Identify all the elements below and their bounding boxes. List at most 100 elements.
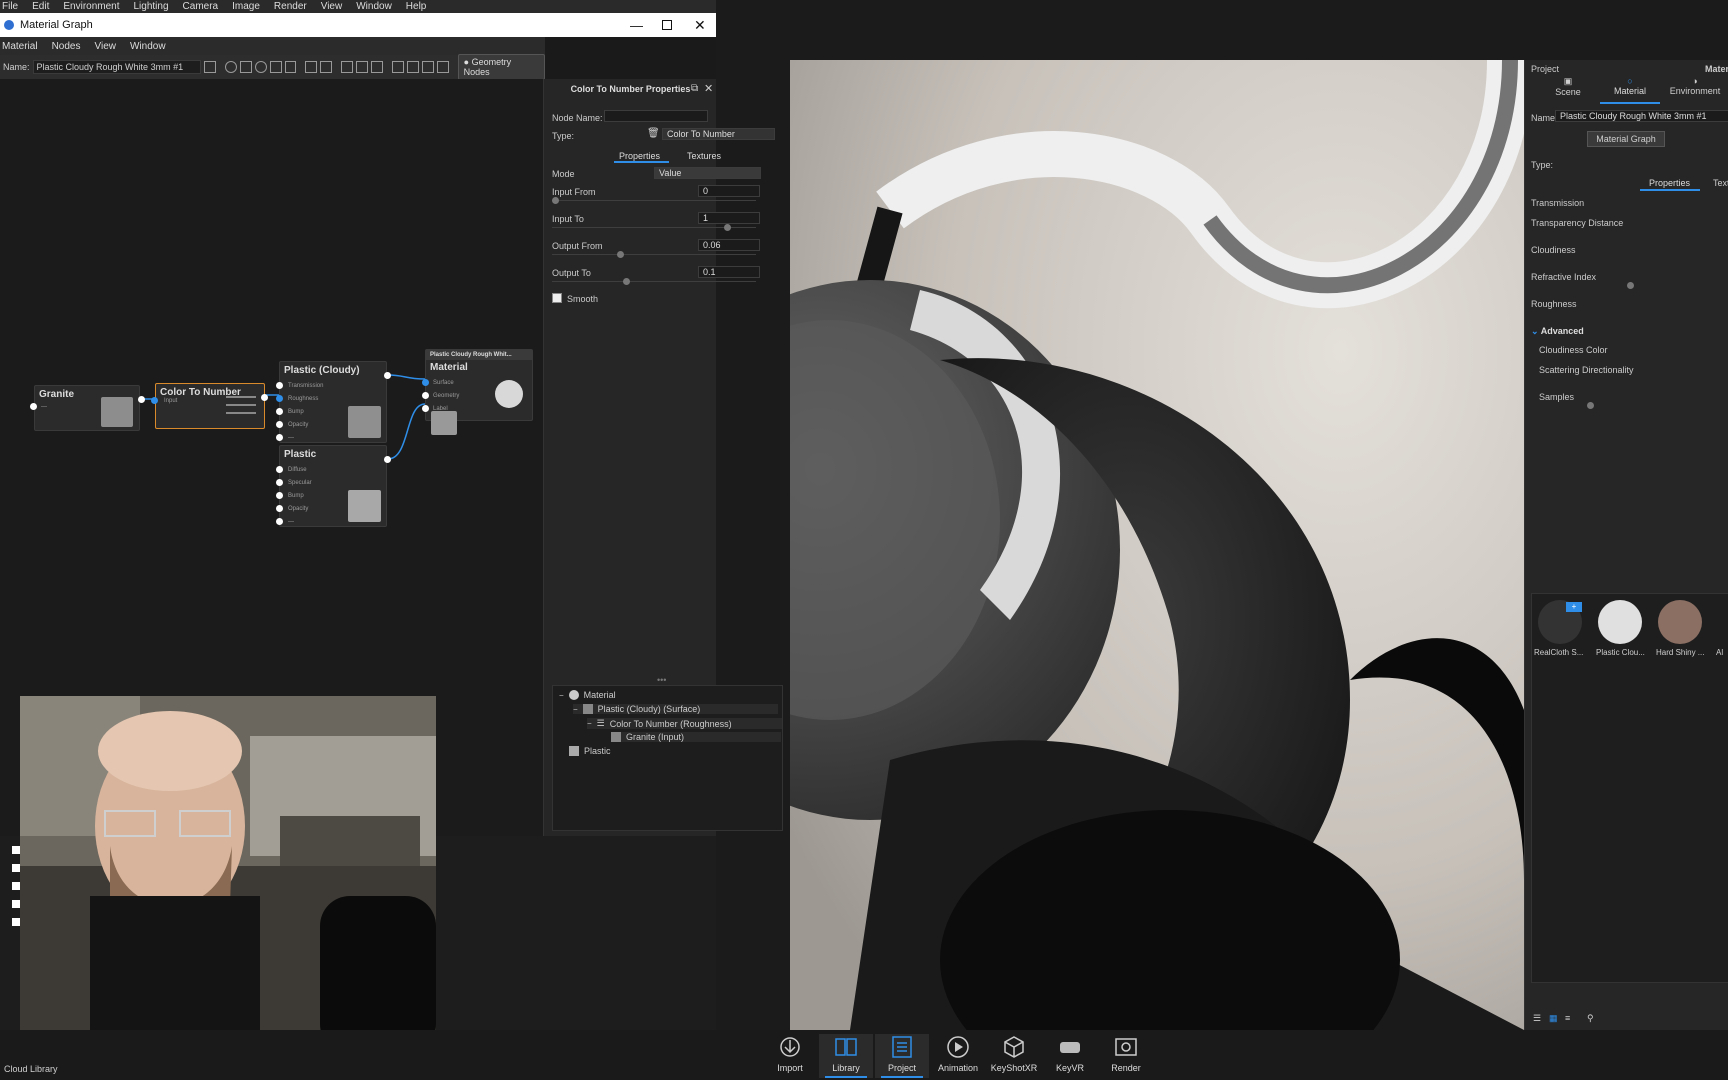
group-icon[interactable] — [341, 61, 354, 73]
output-port[interactable] — [384, 456, 391, 463]
smooth-checkbox[interactable] — [552, 293, 562, 303]
tab-material[interactable]: ○ Material — [1610, 76, 1650, 96]
input-port[interactable] — [276, 395, 283, 402]
pin-icon[interactable] — [436, 61, 449, 73]
output-port[interactable] — [261, 394, 268, 401]
sidebar-icon[interactable] — [12, 846, 20, 854]
zoom-icon[interactable] — [224, 61, 237, 73]
advanced-section[interactable]: ⌄ Advanced — [1531, 326, 1584, 337]
output-to-field[interactable]: 0.1 — [698, 266, 760, 278]
slider-knob[interactable] — [622, 278, 630, 285]
close-icon[interactable]: ✕ — [694, 17, 706, 34]
animation-button[interactable]: Animation — [931, 1034, 985, 1078]
splitter-handle[interactable]: ••• — [657, 675, 666, 685]
sidebar-icon[interactable] — [12, 882, 20, 890]
sidebar-icon[interactable] — [12, 918, 20, 926]
input-port[interactable] — [276, 421, 283, 428]
frame-icon[interactable] — [406, 61, 419, 73]
keyvr-button[interactable]: KeyVR — [1043, 1034, 1097, 1078]
input-port[interactable] — [276, 434, 283, 441]
menu-view[interactable]: View — [321, 1, 343, 12]
tab-properties[interactable]: Properties — [1649, 178, 1690, 188]
preview-icon[interactable] — [421, 61, 434, 73]
menu-edit[interactable]: Edit — [32, 1, 49, 12]
color-to-number-node[interactable]: Color To Number Input — [151, 383, 268, 429]
search-icon[interactable]: ⚲ — [1587, 1013, 1594, 1024]
input-from-slider[interactable] — [552, 200, 756, 201]
input-port[interactable] — [276, 492, 283, 499]
input-from-field[interactable]: 0 — [698, 185, 760, 197]
tree-view-icon[interactable]: ≡ — [1565, 1013, 1570, 1023]
detach-icon[interactable]: ⧉ — [691, 83, 698, 94]
input-port[interactable] — [276, 479, 283, 486]
type-dropdown[interactable]: Color To Number — [662, 128, 775, 140]
plastic-node[interactable]: Plastic Diffuse Specular Bump Opacity — — [276, 445, 391, 527]
grid-view-icon[interactable]: ▦ — [1549, 1013, 1558, 1024]
tree-item[interactable]: − Plastic (Cloudy) (Surface) — [573, 704, 778, 714]
menu-render[interactable]: Render — [274, 1, 307, 12]
menu-help[interactable]: Help — [406, 1, 427, 12]
material-graph-button[interactable]: Material Graph — [1587, 131, 1665, 147]
cloud-library-label[interactable]: Cloud Library — [4, 1064, 58, 1074]
minimize-icon[interactable]: — — [630, 18, 643, 33]
lock-icon[interactable] — [284, 61, 297, 73]
add-icon[interactable]: + — [1566, 602, 1582, 612]
render-button[interactable]: Render — [1099, 1034, 1153, 1078]
input-port[interactable] — [422, 405, 429, 412]
save-icon[interactable] — [204, 61, 216, 73]
output-port[interactable] — [138, 396, 145, 403]
output-to-slider[interactable] — [552, 281, 756, 282]
input-port[interactable] — [151, 397, 158, 404]
material-name-input[interactable]: Plastic Cloudy Rough White 3mm #1 — [32, 60, 202, 74]
sidebar-icon[interactable] — [12, 864, 20, 872]
target-icon[interactable] — [254, 61, 267, 73]
slider-knob[interactable] — [552, 197, 559, 204]
tab-properties[interactable]: Properties — [619, 151, 660, 161]
node-name-input[interactable] — [604, 110, 708, 122]
plastic-cloudy-node[interactable]: Plastic (Cloudy) Transmission Roughness … — [276, 361, 391, 443]
tree-item[interactable]: − ☰ Color To Number (Roughness) — [587, 718, 782, 729]
samples-slider[interactable] — [1587, 402, 1594, 409]
sidebar-icon[interactable] — [12, 900, 20, 908]
input-port[interactable] — [276, 382, 283, 389]
arrange-icon[interactable] — [371, 61, 384, 73]
menu-window[interactable]: Window — [356, 1, 392, 12]
tree-item[interactable]: − Material — [559, 690, 616, 700]
mode-dropdown[interactable]: Value — [654, 167, 761, 179]
tab-textures[interactable]: Textures — [687, 151, 721, 161]
trash-icon[interactable]: 🗑 — [647, 128, 660, 139]
menu-lighting[interactable]: Lighting — [134, 1, 169, 12]
tab-scene[interactable]: ▣ Scene — [1550, 76, 1586, 97]
delete-icon[interactable] — [320, 61, 333, 73]
geometry-nodes-button[interactable]: ● Geometry Nodes — [457, 54, 545, 80]
tab-textures[interactable]: Textu — [1713, 178, 1728, 188]
input-port[interactable] — [276, 518, 283, 525]
ungroup-icon[interactable] — [356, 61, 369, 73]
import-button[interactable]: Import — [763, 1034, 817, 1078]
menu-environment[interactable]: Environment — [63, 1, 119, 12]
tab-environment[interactable]: ◑ Environment — [1663, 76, 1727, 96]
sliders-icon[interactable] — [269, 61, 282, 73]
tree-item[interactable]: Granite (Input) — [611, 732, 781, 742]
menu-view[interactable]: View — [94, 41, 116, 52]
library-thumbnail[interactable] — [1658, 600, 1702, 644]
tree-item[interactable]: Plastic — [569, 746, 611, 756]
material-name-input[interactable]: Plastic Cloudy Rough White 3mm #1 — [1555, 110, 1728, 122]
input-to-field[interactable]: 1 — [698, 212, 760, 224]
menu-window[interactable]: Window — [130, 41, 166, 52]
input-port[interactable] — [276, 505, 283, 512]
input-port[interactable] — [276, 466, 283, 473]
menu-file[interactable]: File — [2, 1, 18, 12]
menu-nodes[interactable]: Nodes — [52, 41, 81, 52]
maximize-icon[interactable] — [662, 20, 672, 30]
menu-material[interactable]: Material — [2, 41, 38, 52]
menu-camera[interactable]: Camera — [183, 1, 219, 12]
fit-icon[interactable] — [239, 61, 252, 73]
slider-knob[interactable] — [616, 251, 624, 258]
input-port[interactable] — [422, 392, 429, 399]
keyshotxr-button[interactable]: KeyShotXR — [987, 1034, 1041, 1078]
refractive-index-slider[interactable] — [1627, 282, 1634, 289]
align-icon[interactable] — [392, 61, 404, 73]
input-port[interactable] — [422, 379, 429, 386]
library-thumbnail[interactable] — [1598, 600, 1642, 644]
